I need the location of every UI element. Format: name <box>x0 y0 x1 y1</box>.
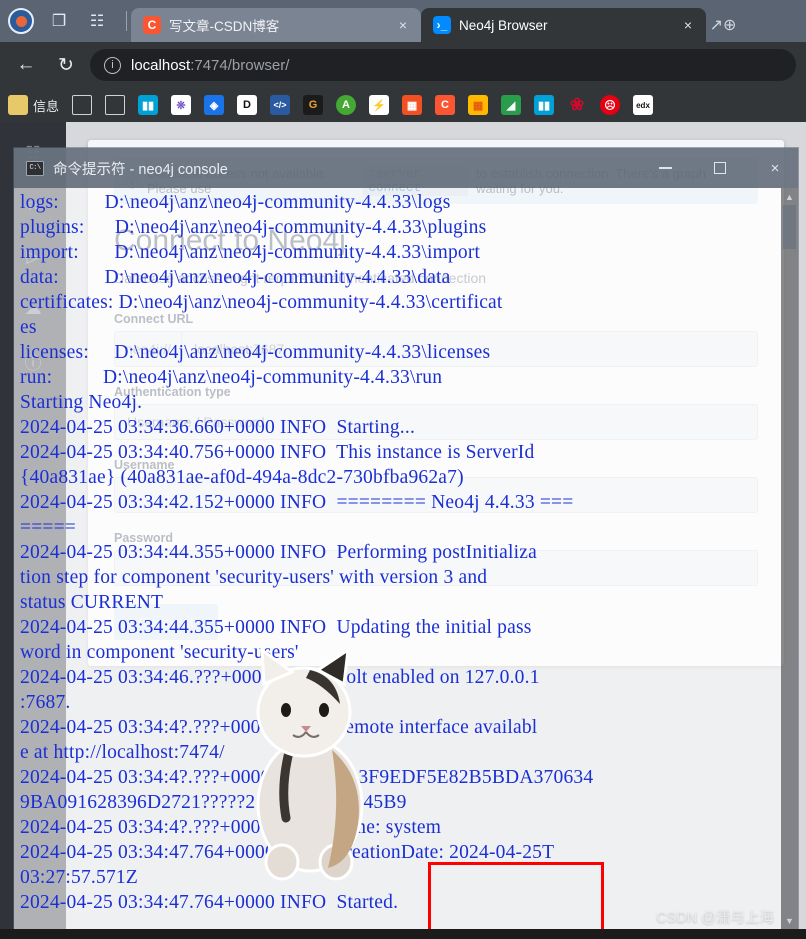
page-icon <box>72 95 93 115</box>
bookmark-page-1[interactable] <box>70 92 94 118</box>
gitee-icon: G <box>303 95 324 115</box>
huawei-icon: ❀ <box>569 95 585 114</box>
close-button[interactable]: × <box>752 148 798 188</box>
bookmark-page-2[interactable] <box>103 92 127 118</box>
bookmark-bilibili-1[interactable]: ▮▮ <box>136 92 160 118</box>
site-info-icon[interactable]: i <box>104 56 121 74</box>
tab-csdn-blog[interactable]: C 写文章-CSDN博客 × <box>131 8 421 42</box>
tabstrip-divider <box>126 11 127 31</box>
command-prompt-window[interactable]: C:\ 命令提示符 - neo4j console × logs: D:\neo… <box>14 148 798 929</box>
neo4j-logo-icon[interactable]: ↗⊕ <box>706 8 740 42</box>
maximize-button[interactable] <box>697 148 743 188</box>
scrollbar-thumb[interactable] <box>783 205 796 249</box>
url-path: :7474/browser/ <box>190 56 290 74</box>
split-screen-icon[interactable]: ☷ <box>84 8 110 34</box>
bookmark-label: 信息 <box>33 98 60 114</box>
page-icon <box>105 95 126 115</box>
console-window-title: 命令提示符 - neo4j console <box>53 161 228 178</box>
edx-icon: edx <box>633 95 654 115</box>
bookmark-edx[interactable]: edx <box>631 92 655 118</box>
csdn-favicon: C <box>143 16 161 34</box>
console-titlebar[interactable]: C:\ 命令提示符 - neo4j console × <box>14 148 798 188</box>
reload-button[interactable]: ↻ <box>50 49 82 81</box>
cmd-prompt-icon: C:\ <box>26 160 44 176</box>
zhihu-icon: ❊ <box>171 95 192 115</box>
tab-close-icon[interactable]: × <box>395 17 411 33</box>
url-text[interactable]: localhost:7474/browser/ <box>131 57 289 74</box>
tab-strip: ❐ ☷ C 写文章-CSDN博客 × ›_ Neo4j Browser × ↗⊕ <box>0 0 806 42</box>
address-bar[interactable]: i localhost:7474/browser/ <box>90 49 796 81</box>
csdn-icon: C <box>435 95 456 115</box>
url-host: localhost <box>131 56 191 74</box>
neo4j-favicon: ›_ <box>433 16 451 34</box>
bookmark-microsoft[interactable]: ▦ <box>400 92 424 118</box>
bookmarks-bar[interactable]: 信息 ▮▮ ❊ ◈ D </> G A ⚡ ▦ C ▦ ◢ ▮▮ ❀ ☹ edx <box>0 88 806 122</box>
tab-close-icon[interactable]: × <box>680 17 696 33</box>
bookmark-zhihu[interactable]: ❊ <box>169 92 193 118</box>
bookmark-csdn-blue[interactable]: ◈ <box>202 92 226 118</box>
bilibili-icon: ▮▮ <box>138 95 159 115</box>
bookmark-xunlei[interactable]: ⚡ <box>367 92 391 118</box>
bookmark-folder-info[interactable]: 信息 <box>6 92 61 118</box>
bugs-icon: ☹ <box>600 95 621 115</box>
bilibili-icon: ▮▮ <box>534 95 555 115</box>
tab-title-csdn: 写文章-CSDN博客 <box>169 19 280 34</box>
bookmark-bugs[interactable]: ☹ <box>598 92 622 118</box>
folder-icon <box>8 95 28 115</box>
csdn-watermark: CSDN @潇与上海 <box>656 910 774 926</box>
bookmark-code[interactable]: </> <box>268 92 292 118</box>
tab-title-neo4j: Neo4j Browser <box>459 17 548 33</box>
code-icon: </> <box>270 95 291 115</box>
tab-neo4j-browser[interactable]: ›_ Neo4j Browser × <box>421 8 706 42</box>
scroll-up-arrow[interactable]: ▲ <box>781 188 798 205</box>
taskbar-strip <box>0 929 806 939</box>
bookmark-docin[interactable]: D <box>235 92 259 118</box>
bookmark-bilibili-2[interactable]: ▮▮ <box>532 92 556 118</box>
browser-chrome: ❐ ☷ C 写文章-CSDN博客 × ›_ Neo4j Browser × ↗⊕… <box>0 0 806 122</box>
anaconda-icon: A <box>336 95 357 115</box>
collections-icon[interactable]: ❐ <box>46 8 72 34</box>
mscloud-logo-icon <box>8 8 34 34</box>
docin-icon: D <box>237 95 258 115</box>
navigation-bar: ← ↻ i localhost:7474/browser/ <box>0 42 806 88</box>
microsoft-icon: ▦ <box>402 95 423 115</box>
bookmark-csdn[interactable]: C <box>433 92 457 118</box>
minimize-button[interactable] <box>642 148 688 188</box>
console-output-text[interactable]: logs: D:\neo4j\anz\neo4j-community-4.4.3… <box>14 188 798 929</box>
started-highlight-box <box>428 862 604 934</box>
back-button[interactable]: ← <box>10 49 42 81</box>
csdn-blue-icon: ◈ <box>204 95 225 115</box>
office-icon: ▦ <box>468 95 489 115</box>
console-scrollbar[interactable]: ▲ ▼ <box>781 188 798 929</box>
bookmark-wps[interactable]: ◢ <box>499 92 523 118</box>
scroll-down-arrow[interactable]: ▼ <box>781 912 798 929</box>
bookmark-anaconda[interactable]: A <box>334 92 358 118</box>
bookmark-huawei[interactable]: ❀ <box>565 92 589 118</box>
chrome-left-icons: ❐ ☷ <box>0 0 131 42</box>
wps-icon: ◢ <box>501 95 522 115</box>
xunlei-icon: ⚡ <box>369 95 390 115</box>
bookmark-gitee[interactable]: G <box>301 92 325 118</box>
bookmark-office[interactable]: ▦ <box>466 92 490 118</box>
